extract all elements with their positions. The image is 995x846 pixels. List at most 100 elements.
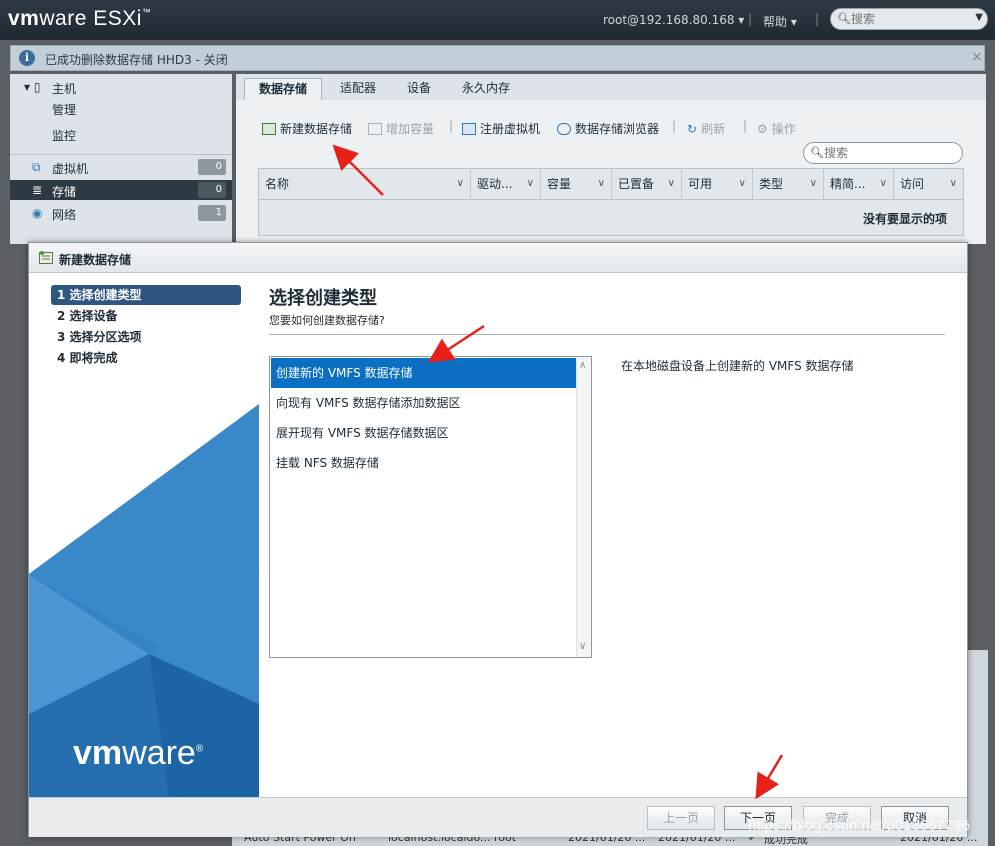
- network-icon: ◉: [32, 206, 43, 220]
- chevron-down-icon[interactable]: ∨: [598, 169, 605, 199]
- list-scrollbar[interactable]: ∧ ∨: [576, 357, 591, 657]
- count-badge: 0: [198, 159, 226, 175]
- wizard-step-2[interactable]: 2 选择设备: [51, 306, 241, 326]
- storage-tabs: 数据存储 适配器 设备 永久内存: [236, 74, 986, 100]
- divider: |: [449, 119, 454, 133]
- chevron-down-icon[interactable]: ∨: [457, 169, 464, 199]
- option-expand-extent[interactable]: 展开现有 VMFS 数据存储数据区: [271, 418, 576, 448]
- nav-monitor-label: 监控: [52, 129, 77, 143]
- help-menu[interactable]: 帮助 ▾: [763, 13, 797, 30]
- chevron-down-icon[interactable]: ∨: [880, 169, 887, 199]
- column-thin[interactable]: 精简... ∨: [824, 169, 894, 199]
- top-bar: vmware ESXi™ root@192.168.80.168 ▾ | 帮助 …: [0, 0, 995, 40]
- chevron-down-icon[interactable]: ∨: [810, 169, 817, 199]
- option-mount-nfs[interactable]: 挂载 NFS 数据存储: [271, 448, 576, 478]
- chevron-down-icon[interactable]: ∨: [579, 641, 586, 652]
- notification-message[interactable]: 已成功删除数据存储 HHD3 - 关闭: [45, 51, 228, 68]
- wizard-steps: 1 选择创建类型 2 选择设备 3 选择分区选项 4 即将完成 vmware®: [29, 274, 259, 797]
- table-search[interactable]: 🔍︎: [803, 142, 963, 164]
- chevron-down-icon[interactable]: ∨: [527, 169, 534, 199]
- column-access[interactable]: 访问 ∨: [894, 169, 963, 199]
- global-search-input[interactable]: [851, 11, 961, 27]
- vm-icon: ⧉: [32, 160, 41, 174]
- divider: |: [815, 12, 820, 26]
- count-badge: 0: [198, 182, 226, 198]
- increase-capacity-icon: [368, 123, 382, 135]
- wizard-content: 选择创建类型 您要如何创建数据存储? 创建新的 VMFS 数据存储 向现有 VM…: [259, 274, 967, 797]
- wizard-step-1[interactable]: 1 选择创建类型: [51, 285, 241, 305]
- page-subtitle: 您要如何创建数据存储?: [269, 314, 385, 327]
- gear-icon: ⚙: [757, 122, 768, 136]
- increase-capacity-button[interactable]: 增加容量: [368, 120, 434, 137]
- new-datastore-icon: [262, 123, 276, 135]
- column-name[interactable]: 名称 ∨: [259, 169, 471, 199]
- user-menu[interactable]: root@192.168.80.168 ▾: [603, 13, 744, 27]
- empty-message: 没有要显示的项: [862, 212, 947, 226]
- column-type[interactable]: 类型 ∨: [753, 169, 824, 199]
- chevron-down-icon[interactable]: ∨: [668, 169, 675, 199]
- column-free[interactable]: 可用 ∨: [682, 169, 753, 199]
- divider: |: [748, 12, 753, 26]
- refresh-icon: ↻: [687, 122, 698, 136]
- nav-vms[interactable]: ⧉ 虚拟机 0: [10, 157, 232, 177]
- divider: [269, 334, 945, 335]
- global-search[interactable]: 🔍︎ ▼: [830, 8, 988, 30]
- tab-devices[interactable]: 设备: [396, 78, 442, 100]
- dialog-title: 新建数据存储: [59, 253, 132, 267]
- table-search-input[interactable]: [824, 145, 954, 161]
- divider: |: [743, 119, 748, 133]
- tab-adapters[interactable]: 适配器: [328, 78, 388, 100]
- wizard-step-3[interactable]: 3 选择分区选项: [51, 327, 241, 347]
- actions-button[interactable]: ⚙ 操作: [757, 120, 796, 137]
- register-vm-icon: [462, 123, 476, 135]
- nav-manage-label: 管理: [52, 103, 77, 117]
- vmware-esxi-logo: vmware ESXi™: [8, 7, 152, 30]
- storage-panel: 数据存储 适配器 设备 永久内存 新建数据存储 增加容量 | 注册虚拟机 数据存…: [236, 74, 986, 244]
- chevron-down-icon[interactable]: ∨: [950, 169, 957, 199]
- column-driver[interactable]: 驱动... ∨: [471, 169, 541, 199]
- chevron-down-icon[interactable]: ▼: [975, 12, 983, 23]
- nav-network-label: 网络: [52, 208, 77, 222]
- creation-type-list[interactable]: 创建新的 VMFS 数据存储 向现有 VMFS 数据存储添加数据区 展开现有 V…: [269, 356, 592, 658]
- nav-host[interactable]: ▾ ▯ 主机: [10, 77, 232, 97]
- navigator: ▾ ▯ 主机 管理 监控 ⧉ 虚拟机 0 ≣ 存储 0 ◉ 网络 1: [10, 74, 232, 244]
- new-datastore-dialog: 新建数据存储 1 选择创建类型 2 选择设备 3 选择分区选项 4 即将完成 v…: [28, 242, 968, 837]
- datastore-table-header: 名称 ∨ 驱动... ∨ 容量 ∨ 已置备 ∨ 可用 ∨ 类型 ∨ 精简... ∨ 访问 ∨: [258, 168, 964, 200]
- option-create-vmfs[interactable]: 创建新的 VMFS 数据存储: [271, 358, 576, 388]
- background-panel-edge: [968, 650, 988, 830]
- nav-monitor[interactable]: 监控: [10, 124, 232, 144]
- datastore-table-body: 没有要显示的项: [258, 200, 964, 236]
- datastore-browser-button[interactable]: 数据存储浏览器: [557, 120, 659, 137]
- nav-network[interactable]: ◉ 网络 1: [10, 203, 232, 223]
- close-icon[interactable]: ×: [971, 49, 983, 65]
- nav-host-label: 主机: [52, 82, 77, 96]
- refresh-button[interactable]: ↻ 刷新: [687, 120, 725, 137]
- column-capacity[interactable]: 容量 ∨: [541, 169, 612, 199]
- wizard-step-4[interactable]: 4 即将完成: [51, 348, 241, 368]
- tab-persistent-memory[interactable]: 永久内存: [454, 78, 518, 100]
- option-description: 在本地磁盘设备上创建新的 VMFS 数据存储: [621, 359, 854, 373]
- search-icon: 🔍︎: [837, 12, 851, 25]
- column-provisioned[interactable]: 已置备 ∨: [612, 169, 682, 199]
- new-datastore-button[interactable]: 新建数据存储: [262, 120, 352, 137]
- register-vm-button[interactable]: 注册虚拟机: [462, 120, 540, 137]
- watermark: https://blog.csdn.net/u013667796: [748, 817, 970, 834]
- chevron-down-icon[interactable]: ∨: [739, 169, 746, 199]
- dialog-title-bar: 新建数据存储: [29, 243, 967, 273]
- nav-vms-label: 虚拟机: [52, 162, 89, 176]
- vmware-logo: vmware®: [73, 734, 204, 772]
- back-button[interactable]: 上一页: [647, 806, 715, 830]
- datastore-browser-icon: [557, 123, 571, 135]
- tab-datastores[interactable]: 数据存储: [244, 78, 322, 100]
- host-icon: ▾ ▯: [24, 80, 41, 94]
- info-icon: i: [19, 50, 35, 66]
- storage-icon: ≣: [32, 183, 43, 197]
- nav-storage[interactable]: ≣ 存储 0: [10, 180, 232, 200]
- chevron-up-icon[interactable]: ∧: [579, 360, 586, 371]
- divider: [10, 154, 232, 155]
- option-add-extent[interactable]: 向现有 VMFS 数据存储添加数据区: [271, 388, 576, 418]
- notification-bar: i 已成功删除数据存储 HHD3 - 关闭 ×: [10, 45, 985, 71]
- datastores-view: 新建数据存储 增加容量 | 注册虚拟机 数据存储浏览器 | ↻ 刷新 | ⚙ 操作 …: [236, 100, 986, 244]
- page-title: 选择创建类型: [269, 288, 377, 309]
- nav-manage[interactable]: 管理: [10, 98, 232, 118]
